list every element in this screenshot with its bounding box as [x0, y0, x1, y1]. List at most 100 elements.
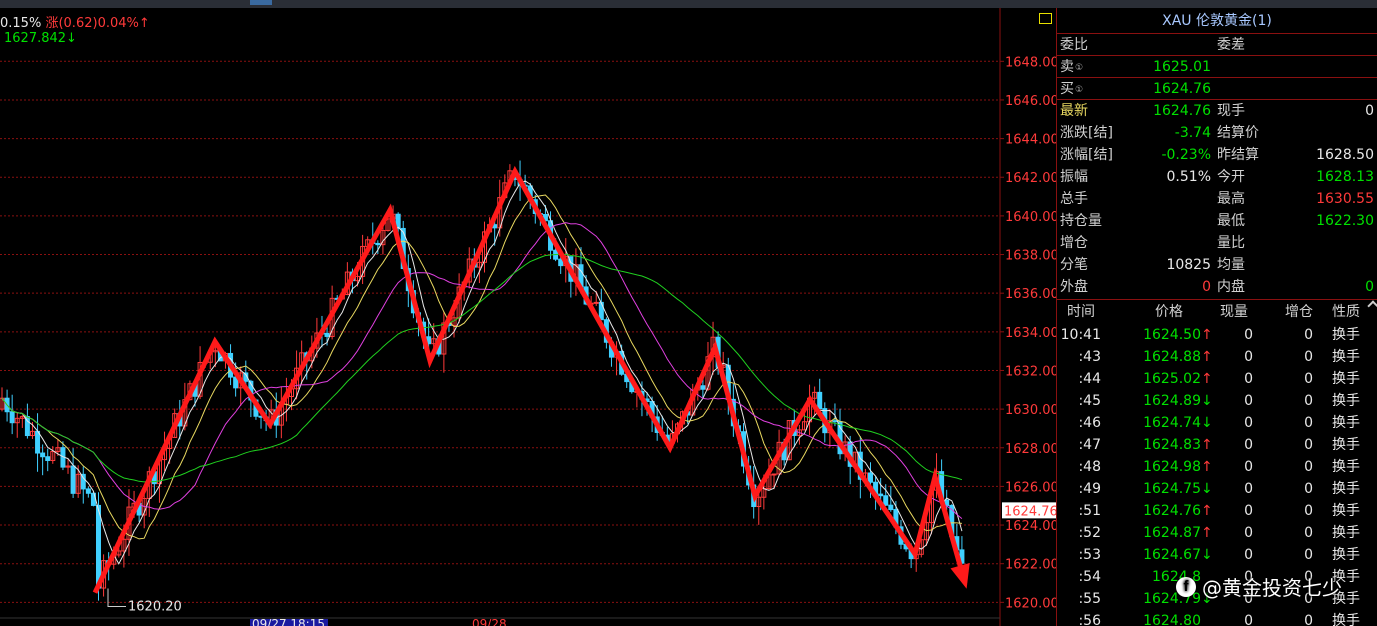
candle-down — [832, 420, 838, 423]
col-time: 时间 — [1067, 304, 1095, 320]
ask-label: 卖① — [1060, 59, 1084, 75]
stat-value: 0 — [1365, 279, 1374, 295]
tick-oi: 0 — [1304, 547, 1313, 563]
tick-row[interactable]: 10:41 1624.50 ↑ 0 0 换手 — [1057, 324, 1377, 346]
chart-canvas[interactable]: 1648.00 1646.00 1644.00 1642.00 1640.00 1638.… — [0, 8, 1056, 626]
tick-row[interactable]: :51 1624.76 ↑ 0 0 换手 — [1057, 500, 1377, 522]
y-tick-label: 1626.00 — [1005, 480, 1056, 495]
tick-row[interactable]: :52 1624.87 ↑ 0 0 换手 — [1057, 522, 1377, 544]
watermark: f @黄金投资七少 — [1176, 572, 1342, 601]
tick-oi: 0 — [1304, 503, 1313, 519]
candle-down — [9, 411, 15, 424]
tick-oi: 0 — [1304, 613, 1313, 626]
quote-panel: XAU 伦敦黄金(1) 委比 委差 卖① 1625.01 买① 1624.76 … — [1056, 8, 1377, 626]
y-tick-label: 1646.00 — [1005, 94, 1056, 109]
current-price-label: 1624.76 — [1004, 504, 1056, 519]
tick-price: 1624.88 — [1143, 349, 1201, 365]
candle-down — [45, 456, 51, 462]
stats-row: 最新 1624.76 现手 0 — [1057, 100, 1377, 122]
col-price: 价格 — [1155, 304, 1183, 320]
tick-row[interactable]: :43 1624.88 ↑ 0 0 换手 — [1057, 346, 1377, 368]
tick-volume: 0 — [1244, 371, 1253, 387]
candlestick-chart[interactable]: 1648.00 1646.00 1644.00 1642.00 1640.00 1638.… — [0, 8, 1056, 626]
tick-nature: 换手 — [1332, 613, 1360, 626]
bid-price: 1624.76 — [1153, 81, 1211, 97]
stat-label: 涨幅[结] — [1060, 147, 1113, 163]
candle-down — [96, 504, 101, 589]
tick-row[interactable]: :46 1624.74 ↓ 0 0 换手 — [1057, 412, 1377, 434]
chart-legend-top: 0.15% 涨(0.62)0.04%↑ — [0, 12, 150, 31]
stat-label: 现手 — [1217, 103, 1245, 119]
tick-price: 1624.75 — [1143, 481, 1201, 497]
tick-time: :47 — [1078, 437, 1101, 453]
tick-row[interactable]: :48 1624.98 ↑ 0 0 换手 — [1057, 456, 1377, 478]
tick-time: :46 — [1078, 415, 1101, 431]
stat-value: 1624.76 — [1153, 103, 1211, 119]
candle-down — [868, 472, 873, 483]
tick-time: :53 — [1078, 547, 1101, 563]
tick-oi: 0 — [1304, 415, 1313, 431]
tick-row[interactable]: :49 1624.75 ↓ 0 0 换手 — [1057, 478, 1377, 500]
candle-down — [888, 504, 894, 511]
stats-row: 涨幅[结] -0.23% 昨结算 1628.50 — [1057, 144, 1377, 166]
col-oi: 增仓 — [1285, 304, 1313, 320]
tick-row[interactable]: :53 1624.67 ↓ 0 0 换手 — [1057, 544, 1377, 566]
stat-label: 最高 — [1217, 191, 1245, 207]
candle-up — [593, 301, 599, 304]
stat-label: 持仓量 — [1060, 213, 1102, 229]
tick-price: 1624.83 — [1143, 437, 1201, 453]
tick-row[interactable]: :45 1624.89 ↓ 0 0 换手 — [1057, 390, 1377, 412]
tick-volume: 0 — [1244, 349, 1253, 365]
tick-row[interactable]: :44 1625.02 ↑ 0 0 换手 — [1057, 368, 1377, 390]
tick-time: :56 — [1078, 613, 1101, 626]
watermark-text: @黄金投资七少 — [1202, 576, 1342, 600]
tick-volume: 0 — [1244, 547, 1253, 563]
y-tick-label: 1622.00 — [1005, 558, 1056, 573]
candle-down — [85, 488, 91, 494]
toolbar-tab[interactable] — [250, 0, 272, 5]
candle-down — [878, 493, 884, 497]
trend-zigzag — [92, 165, 968, 594]
order-ratio-row: 委比 委差 — [1057, 34, 1377, 56]
tick-row[interactable]: :47 1624.83 ↑ 0 0 换手 — [1057, 434, 1377, 456]
tick-oi: 0 — [1304, 349, 1313, 365]
stat-label: 总手 — [1060, 191, 1088, 207]
stat-value: -0.23% — [1161, 147, 1211, 163]
y-tick-label: 1628.00 — [1005, 442, 1056, 457]
tick-volume: 0 — [1244, 613, 1253, 626]
tick-row[interactable]: :56 1624.80 0 0 换手 — [1057, 610, 1377, 626]
stats-row: 外盘 0 内盘 0 — [1057, 276, 1377, 298]
chart-toggle-button[interactable] — [1039, 13, 1052, 24]
x-tick-label: 09/28 — [472, 617, 507, 626]
y-tick-label: 1636.00 — [1005, 287, 1056, 302]
legend-change-value: (0.62) — [58, 16, 98, 31]
stat-value: 1628.13 — [1316, 169, 1374, 185]
stats-row: 增仓 量比 — [1057, 232, 1377, 254]
stat-label: 最新 — [1060, 103, 1088, 119]
stat-value: 0 — [1202, 279, 1211, 295]
ask-row: 卖① 1625.01 — [1057, 56, 1377, 78]
tick-oi: 0 — [1304, 327, 1313, 343]
y-tick-label: 1642.00 — [1005, 171, 1056, 186]
y-tick-label: 1644.00 — [1005, 133, 1056, 148]
tick-time: :52 — [1078, 525, 1101, 541]
legend-change-pct: 0.04% — [97, 16, 139, 31]
tick-volume: 0 — [1244, 459, 1253, 475]
candle-down — [40, 452, 46, 458]
stat-label: 外盘 — [1060, 279, 1088, 295]
tick-price: 1624.87 — [1143, 525, 1201, 541]
candle-down — [883, 495, 889, 506]
y-tick-label: 1624.00 — [1005, 519, 1056, 534]
candle-down — [700, 385, 706, 390]
tick-time: 10:41 — [1060, 327, 1101, 343]
trend-arrow-head — [950, 563, 970, 589]
chevron-up-icon[interactable] — [1367, 300, 1377, 312]
tick-oi: 0 — [1304, 525, 1313, 541]
tick-time: :55 — [1078, 591, 1101, 607]
stats-row: 振幅 0.51% 今开 1628.13 — [1057, 166, 1377, 188]
tick-nature: 换手 — [1332, 327, 1360, 343]
stat-label: 昨结算 — [1217, 147, 1259, 163]
bid-row: 买① 1624.76 — [1057, 78, 1377, 100]
y-tick-label: 1638.00 — [1005, 249, 1056, 264]
ticks-header: 时间 价格 现量 增仓 性质 — [1057, 300, 1377, 324]
